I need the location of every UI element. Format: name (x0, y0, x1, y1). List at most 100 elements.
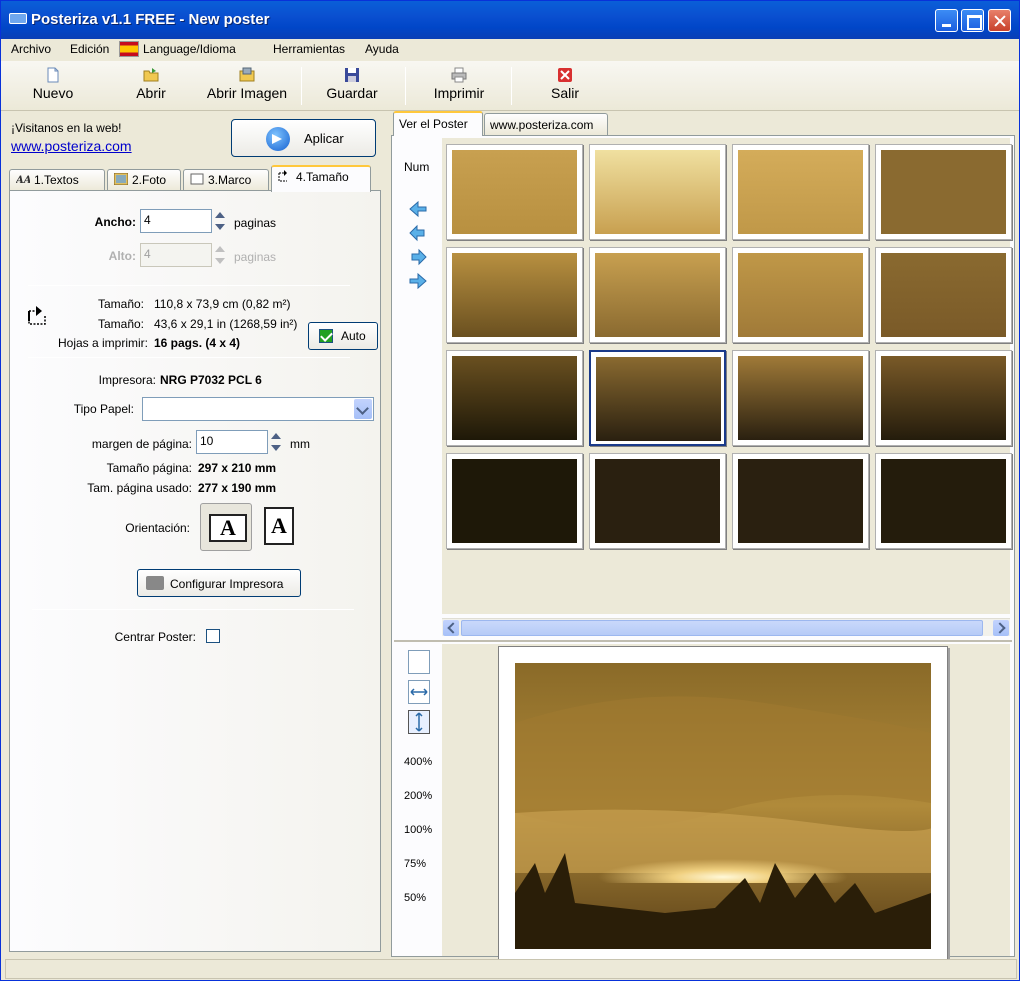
salir-label: Salir (550, 85, 579, 101)
poster-tile[interactable] (446, 453, 583, 549)
toolbar-separator (405, 67, 406, 105)
alto-spinner[interactable] (212, 243, 228, 267)
zoom-fit-width-icon[interactable] (408, 680, 430, 704)
ancho-input[interactable]: 4 (140, 209, 212, 233)
guardar-button[interactable]: Guardar (319, 63, 385, 109)
toolbar: Nuevo Abrir Abrir Imagen Guardar Imprimi… (1, 61, 1019, 111)
tamano-in-value: 43,6 x 29,1 in (1268,59 in²) (154, 317, 298, 331)
poster-tile[interactable] (589, 144, 726, 240)
chevron-down-icon[interactable] (354, 399, 372, 419)
menu-archivo[interactable]: Archivo (11, 42, 51, 56)
spain-flag-icon (119, 41, 139, 57)
hojas-label: Hojas a imprimir: (57, 336, 148, 350)
toolbar-separator (301, 67, 302, 105)
poster-tile[interactable] (875, 144, 1012, 240)
margen-spinner[interactable] (268, 430, 284, 454)
orientation-portrait-button[interactable]: A (258, 503, 310, 551)
tile-photo (738, 356, 863, 440)
apply-button[interactable]: Aplicar (231, 119, 376, 157)
zoom-fit-height-icon[interactable] (408, 710, 430, 734)
tile-photo (738, 150, 863, 234)
poster-tile[interactable] (732, 453, 869, 549)
zoom-200[interactable]: 200% (404, 790, 432, 802)
tab-foto[interactable]: 2.Foto (107, 169, 181, 191)
right-panel: Ver el Poster www.posteriza.com Num 400%… (389, 111, 1017, 964)
horizontal-scrollbar[interactable] (442, 618, 1010, 636)
tamano-cm-value: 110,8 x 73,9 cm (0,82 m²) (154, 297, 291, 311)
first-arrow-icon[interactable] (408, 200, 428, 218)
poster-tile[interactable] (875, 247, 1012, 343)
menu-ayuda[interactable]: Ayuda (365, 42, 399, 56)
close-button[interactable] (988, 9, 1011, 32)
centrar-poster-checkbox[interactable] (206, 629, 220, 643)
salir-button[interactable]: Salir (539, 63, 591, 109)
tipo-papel-label: Tipo Papel: (73, 402, 134, 416)
alto-input[interactable]: 4 (140, 243, 212, 267)
ancho-spinner[interactable] (212, 209, 228, 233)
tamano-in-label: Tamaño: (97, 317, 144, 331)
resize-icon (278, 170, 287, 182)
zoom-400[interactable]: 400% (404, 756, 432, 768)
configurar-impresora-label: Configurar Impresora (170, 577, 284, 591)
poster-tile[interactable] (875, 453, 1012, 549)
margen-label: margen de página: (91, 437, 192, 451)
abrir-imagen-button[interactable]: Abrir Imagen (199, 63, 295, 109)
title-bar[interactable]: Posteriza v1.1 FREE - New poster (1, 1, 1019, 39)
poster-grid (442, 138, 1012, 614)
tab-ver-poster[interactable]: Ver el Poster (393, 111, 483, 136)
frame-icon (190, 173, 204, 185)
tile-photo (452, 356, 577, 440)
tab-website[interactable]: www.posteriza.com (484, 113, 608, 135)
tab-textos[interactable]: AA 1.Textos (9, 169, 105, 191)
poster-tile[interactable] (446, 350, 583, 446)
tab-marco[interactable]: 3.Marco (183, 169, 269, 191)
app-window: Posteriza v1.1 FREE - New poster Archivo… (0, 0, 1020, 981)
imprimir-button[interactable]: Imprimir (425, 63, 493, 109)
auto-button[interactable]: Auto (308, 322, 378, 350)
minimize-button[interactable] (935, 9, 958, 32)
view-divider[interactable] (394, 640, 1012, 642)
poster-tile[interactable] (446, 144, 583, 240)
tipo-papel-select[interactable] (142, 397, 374, 421)
menu-herramientas[interactable]: Herramientas (273, 42, 345, 56)
poster-tile[interactable] (589, 453, 726, 549)
menu-language[interactable]: Language/Idioma (143, 42, 236, 56)
ancho-label: Ancho: (94, 215, 136, 229)
tab-tamano[interactable]: 4.Tamaño (271, 165, 371, 192)
tile-photo (881, 356, 1006, 440)
orientation-landscape-button[interactable]: A (200, 503, 252, 551)
num-toggle[interactable]: Num (404, 160, 429, 174)
impresora-label: Impresora: (98, 373, 156, 387)
scroll-thumb[interactable] (461, 620, 983, 636)
poster-tile[interactable] (589, 247, 726, 343)
abrir-button[interactable]: Abrir (123, 63, 179, 109)
poster-tile[interactable] (446, 247, 583, 343)
margen-input[interactable]: 10 (196, 430, 268, 454)
nuevo-button[interactable]: Nuevo (23, 63, 83, 109)
left-arrow-icon[interactable] (408, 224, 428, 242)
website-link[interactable]: www.posteriza.com (11, 138, 132, 154)
zoom-100[interactable]: 100% (404, 824, 432, 836)
scroll-right-icon[interactable] (993, 620, 1009, 636)
open-image-icon (239, 67, 255, 82)
tab-marco-label: 3.Marco (208, 173, 252, 187)
divider (28, 285, 350, 286)
configurar-impresora-button[interactable]: Configurar Impresora (137, 569, 301, 597)
last-arrow-icon[interactable] (408, 272, 428, 290)
zoom-75[interactable]: 75% (404, 858, 426, 870)
maximize-button[interactable] (961, 9, 984, 32)
tile-photo (881, 459, 1006, 543)
scroll-left-icon[interactable] (443, 620, 459, 636)
right-arrow-icon[interactable] (408, 248, 428, 266)
poster-tile[interactable] (589, 350, 726, 446)
poster-tile[interactable] (732, 144, 869, 240)
zoom-50[interactable]: 50% (404, 892, 426, 904)
orientacion-label: Orientación: (125, 521, 190, 535)
poster-tile[interactable] (732, 350, 869, 446)
zoom-fit-page-icon[interactable] (408, 650, 430, 674)
tamano-cm-label: Tamaño: (97, 297, 144, 311)
poster-tile[interactable] (875, 350, 1012, 446)
menu-edicion[interactable]: Edición (70, 42, 109, 56)
poster-tile[interactable] (732, 247, 869, 343)
text-icon: AA (16, 175, 30, 185)
